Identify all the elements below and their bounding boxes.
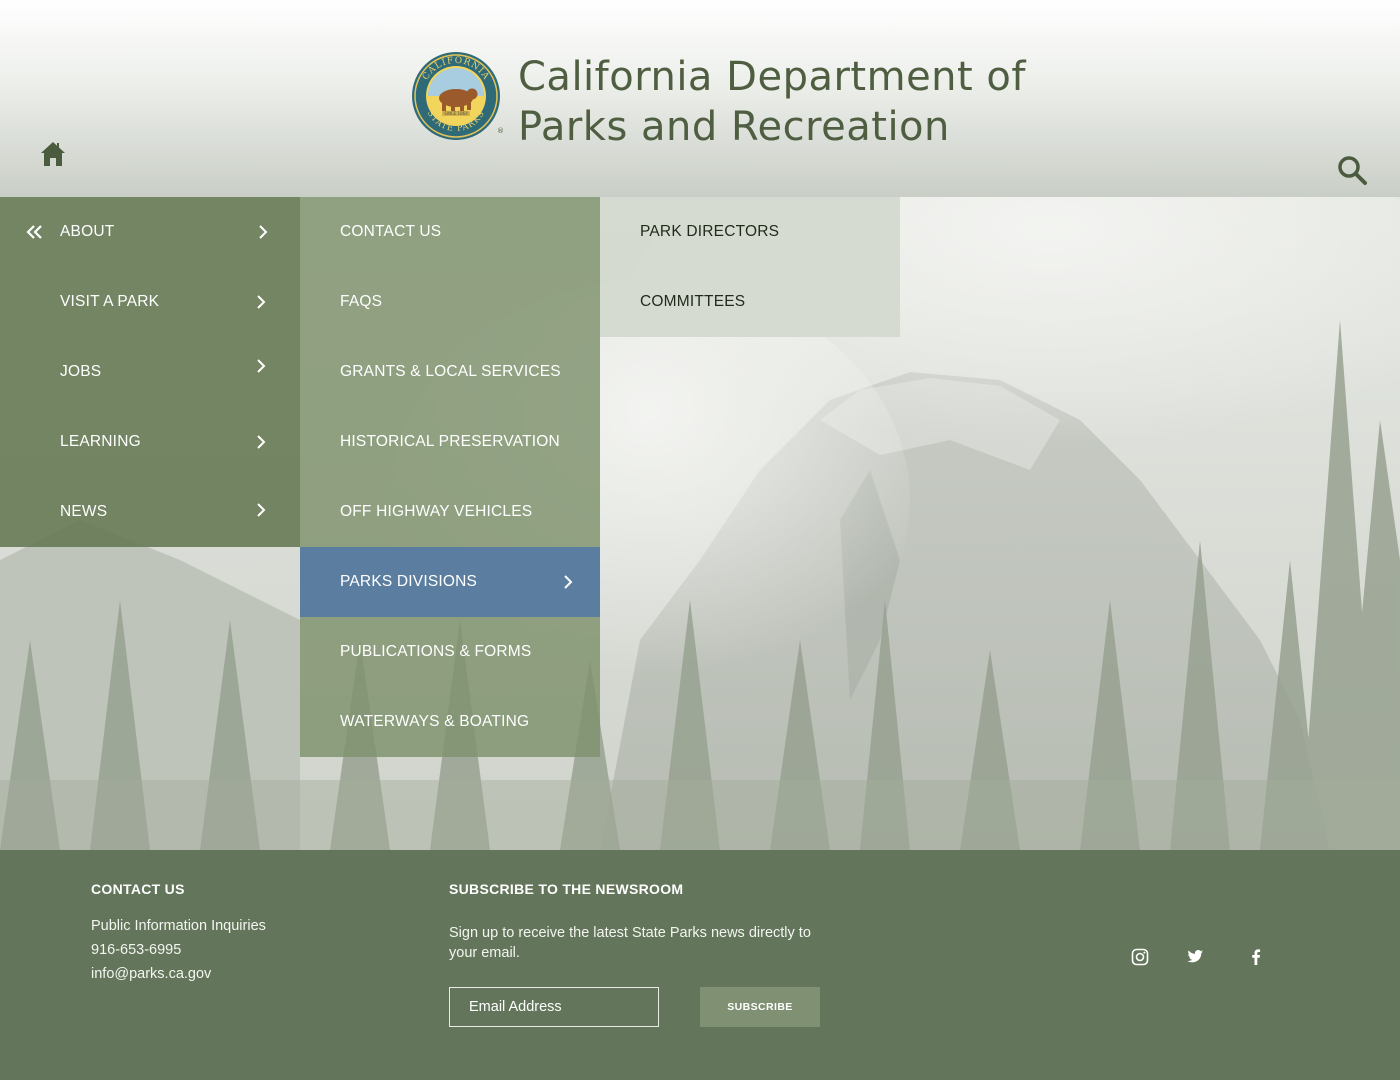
footer-newsroom-description: Sign up to receive the latest State Park… <box>449 925 811 961</box>
nav-item-jobs[interactable]: JOBS <box>0 337 300 407</box>
submenu-item-historical-preservation[interactable]: HISTORICAL PRESERVATION <box>300 407 600 477</box>
site-title-line1: California Department of <box>518 54 1026 100</box>
submenu-item-label: CONTACT US <box>340 223 442 240</box>
nav-item-news[interactable]: NEWS <box>0 477 300 547</box>
site-header: SINCE 1864 CALIFORNIA STATE PARKS ® Cali… <box>0 0 1400 197</box>
submenu-item-label: PARKS DIVISIONS <box>340 573 478 590</box>
nav-item-learning[interactable]: LEARNING <box>0 407 300 477</box>
submenu-item-contact-us[interactable]: CONTACT US <box>300 197 600 267</box>
footer-contact-phone[interactable]: 916-653-6995 <box>91 942 181 958</box>
submenu-item-label: FAQS <box>340 293 383 310</box>
submenu-item-label: HISTORICAL PRESERVATION <box>340 433 560 450</box>
submenu-item-label: WATERWAYS & BOATING <box>340 713 530 730</box>
subscribe-button[interactable]: SUBSCRIBE <box>700 987 820 1027</box>
about-submenu: CONTACT US FAQS GRANTS & LOCAL SERVICES … <box>300 197 600 757</box>
footer-contact-title: CONTACT US <box>91 881 185 897</box>
chevron-right-icon <box>257 503 266 517</box>
site-title[interactable]: California Department of Parks and Recre… <box>518 52 1026 152</box>
search-icon[interactable] <box>1336 154 1368 186</box>
double-chevron-left-icon[interactable] <box>26 224 44 240</box>
facebook-icon[interactable] <box>1247 948 1265 966</box>
footer-contact-line: Public Information Inquiries <box>91 918 266 934</box>
submenu-item-off-highway-vehicles[interactable]: OFF HIGHWAY VEHICLES <box>300 477 600 547</box>
nav-item-label: JOBS <box>60 363 102 380</box>
nav-item-about[interactable]: ABOUT <box>0 197 300 267</box>
nav-item-label: VISIT A PARK <box>60 293 160 310</box>
submenu-item-label: PARK DIRECTORS <box>640 223 780 240</box>
submenu-item-parks-divisions[interactable]: PARKS DIVISIONS <box>300 547 600 617</box>
nav-item-label: ABOUT <box>60 223 115 240</box>
chevron-right-icon <box>257 435 266 449</box>
nav-item-label: NEWS <box>60 503 108 520</box>
email-address-input[interactable] <box>449 987 659 1027</box>
chevron-right-icon <box>257 359 266 373</box>
nav-item-visit-a-park[interactable]: VISIT A PARK <box>0 267 300 337</box>
chevron-right-icon <box>564 575 573 589</box>
submenu-item-label: OFF HIGHWAY VEHICLES <box>340 503 533 520</box>
submenu-item-park-directors[interactable]: PARK DIRECTORS <box>600 197 900 267</box>
state-parks-seal-logo[interactable]: SINCE 1864 CALIFORNIA STATE PARKS ® <box>411 51 503 143</box>
chevron-right-icon <box>257 295 266 309</box>
home-icon[interactable] <box>38 139 68 169</box>
site-footer: CONTACT US Public Information Inquiries … <box>0 850 1400 1080</box>
instagram-icon[interactable] <box>1131 948 1149 966</box>
footer-newsroom-title: SUBSCRIBE TO THE NEWSROOM <box>449 881 684 897</box>
submenu-item-waterways-boating[interactable]: WATERWAYS & BOATING <box>300 687 600 757</box>
submenu-item-faqs[interactable]: FAQS <box>300 267 600 337</box>
chevron-right-icon <box>259 225 268 239</box>
submenu-item-label: GRANTS & LOCAL SERVICES <box>340 363 561 380</box>
parks-divisions-submenu: PARK DIRECTORS COMMITTEES <box>600 197 900 337</box>
footer-contact-email[interactable]: info@parks.ca.gov <box>91 966 211 982</box>
submenu-item-label: COMMITTEES <box>640 293 746 310</box>
seal-since-text: SINCE 1864 <box>444 111 468 116</box>
submenu-item-label: PUBLICATIONS & FORMS <box>340 643 532 660</box>
site-title-line2: Parks and Recreation <box>518 104 950 150</box>
svg-text:®: ® <box>497 127 503 135</box>
submenu-item-committees[interactable]: COMMITTEES <box>600 267 900 337</box>
submenu-item-grants[interactable]: GRANTS & LOCAL SERVICES <box>300 337 600 407</box>
nav-item-label: LEARNING <box>60 433 141 450</box>
twitter-icon[interactable] <box>1186 948 1204 966</box>
submenu-item-publications-forms[interactable]: PUBLICATIONS & FORMS <box>300 617 600 687</box>
main-nav-menu: ABOUT VISIT A PARK JOBS LEARNING NEWS <box>0 197 300 547</box>
